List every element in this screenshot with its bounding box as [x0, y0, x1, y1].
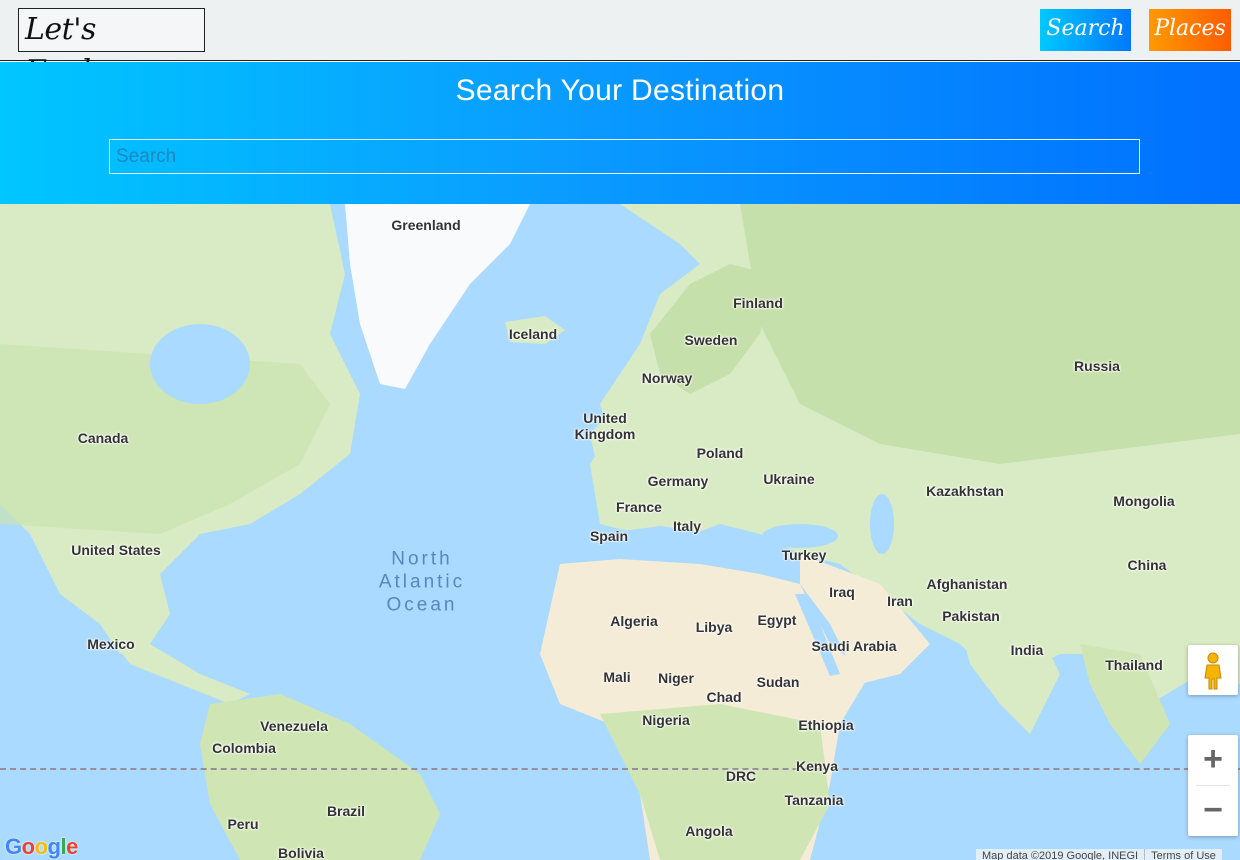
world-map[interactable]: North Atlantic Ocean Greenland Iceland F… [0, 204, 1240, 860]
top-navbar: Let's Explore Search Places [0, 0, 1240, 89]
page-title: Search Your Destination [455, 74, 785, 107]
google-logo[interactable]: Google [5, 834, 78, 860]
map-label-france: France [616, 499, 662, 515]
map-label-angola: Angola [685, 823, 733, 839]
nav-search-button[interactable]: Search [1040, 9, 1131, 51]
map-label-saudi-arabia: Saudi Arabia [811, 638, 897, 654]
map-label-thailand: Thailand [1105, 657, 1163, 673]
pegman-icon [1204, 652, 1222, 690]
map-label-chad: Chad [706, 689, 742, 705]
ocean-label-line: Atlantic [378, 571, 466, 593]
map-label-bolivia: Bolivia [278, 845, 324, 860]
map-label-iran: Iran [887, 593, 913, 609]
map-label-poland: Poland [696, 445, 744, 461]
map-label-drc: DRC [725, 768, 757, 784]
map-label-ukraine: Ukraine [763, 471, 815, 487]
map-label-united-kingdom: United Kingdom [574, 410, 636, 442]
map-label-algeria: Algeria [610, 613, 658, 629]
map-label-afghanistan: Afghanistan [926, 576, 1008, 592]
map-label-spain: Spain [589, 528, 629, 544]
map-label-united-states: United States [71, 542, 161, 558]
zoom-out-button[interactable]: − [1188, 786, 1238, 836]
map-label-china: China [1127, 557, 1167, 573]
nav-places-button[interactable]: Places [1149, 9, 1231, 51]
google-logo-letter: o [21, 834, 35, 859]
terms-of-use-link[interactable]: Terms of Use [1144, 849, 1222, 860]
map-label-mongolia: Mongolia [1113, 493, 1175, 509]
map-label-canada: Canada [77, 430, 129, 446]
map-label-india: India [1010, 642, 1044, 658]
ocean-label: North Atlantic Ocean [379, 548, 465, 617]
map-label-pakistan: Pakistan [942, 608, 1000, 624]
map-label-kazakhstan: Kazakhstan [926, 483, 1004, 499]
google-logo-letter: G [5, 834, 22, 859]
zoom-in-button[interactable]: + [1188, 735, 1238, 785]
map-label-peru: Peru [227, 816, 259, 832]
map-label-kenya: Kenya [795, 758, 839, 774]
map-label-brazil: Brazil [326, 803, 366, 819]
zoom-controls: + − [1188, 735, 1238, 836]
equator-line [0, 768, 1240, 770]
map-label-greenland: Greenland [391, 217, 461, 233]
map-label-tanzania: Tanzania [784, 792, 844, 808]
google-logo-letter: g [47, 834, 61, 859]
ocean-label-line: North [391, 548, 453, 570]
map-label-mexico: Mexico [87, 636, 135, 652]
map-label-germany: Germany [647, 473, 709, 489]
search-hero: Search Your Destination [0, 62, 1240, 204]
map-label-russia: Russia [1074, 358, 1120, 374]
map-label-italy: Italy [672, 518, 702, 534]
map-label-venezuela: Venezuela [260, 718, 328, 734]
map-label-colombia: Colombia [212, 740, 276, 756]
brand-logo[interactable]: Let's Explore [18, 8, 205, 89]
map-label-nigeria: Nigeria [642, 712, 690, 728]
map-label-mali: Mali [603, 669, 631, 685]
map-label-ethiopia: Ethiopia [798, 717, 854, 733]
map-label-sweden: Sweden [684, 332, 738, 348]
destination-search-input[interactable] [109, 139, 1140, 174]
ocean-label-line: Ocean [386, 594, 458, 616]
google-logo-letter: o [34, 834, 48, 859]
map-label-niger: Niger [658, 670, 694, 686]
map-label-iceland: Iceland [508, 326, 558, 342]
google-logo-letter: e [66, 834, 78, 859]
map-label-egypt: Egypt [757, 612, 797, 628]
map-attribution: Map data ©2019 Google, INEGI Terms of Us… [976, 849, 1222, 860]
street-view-pegman-button[interactable] [1188, 645, 1238, 695]
map-data-credit: Map data ©2019 Google, INEGI [982, 850, 1139, 860]
map-label-turkey: Turkey [781, 547, 827, 563]
map-label-finland: Finland [733, 295, 783, 311]
map-label-iraq: Iraq [829, 584, 855, 600]
map-label-libya: Libya [695, 619, 733, 635]
map-label-sudan: Sudan [756, 674, 800, 690]
map-label-norway: Norway [641, 370, 693, 386]
